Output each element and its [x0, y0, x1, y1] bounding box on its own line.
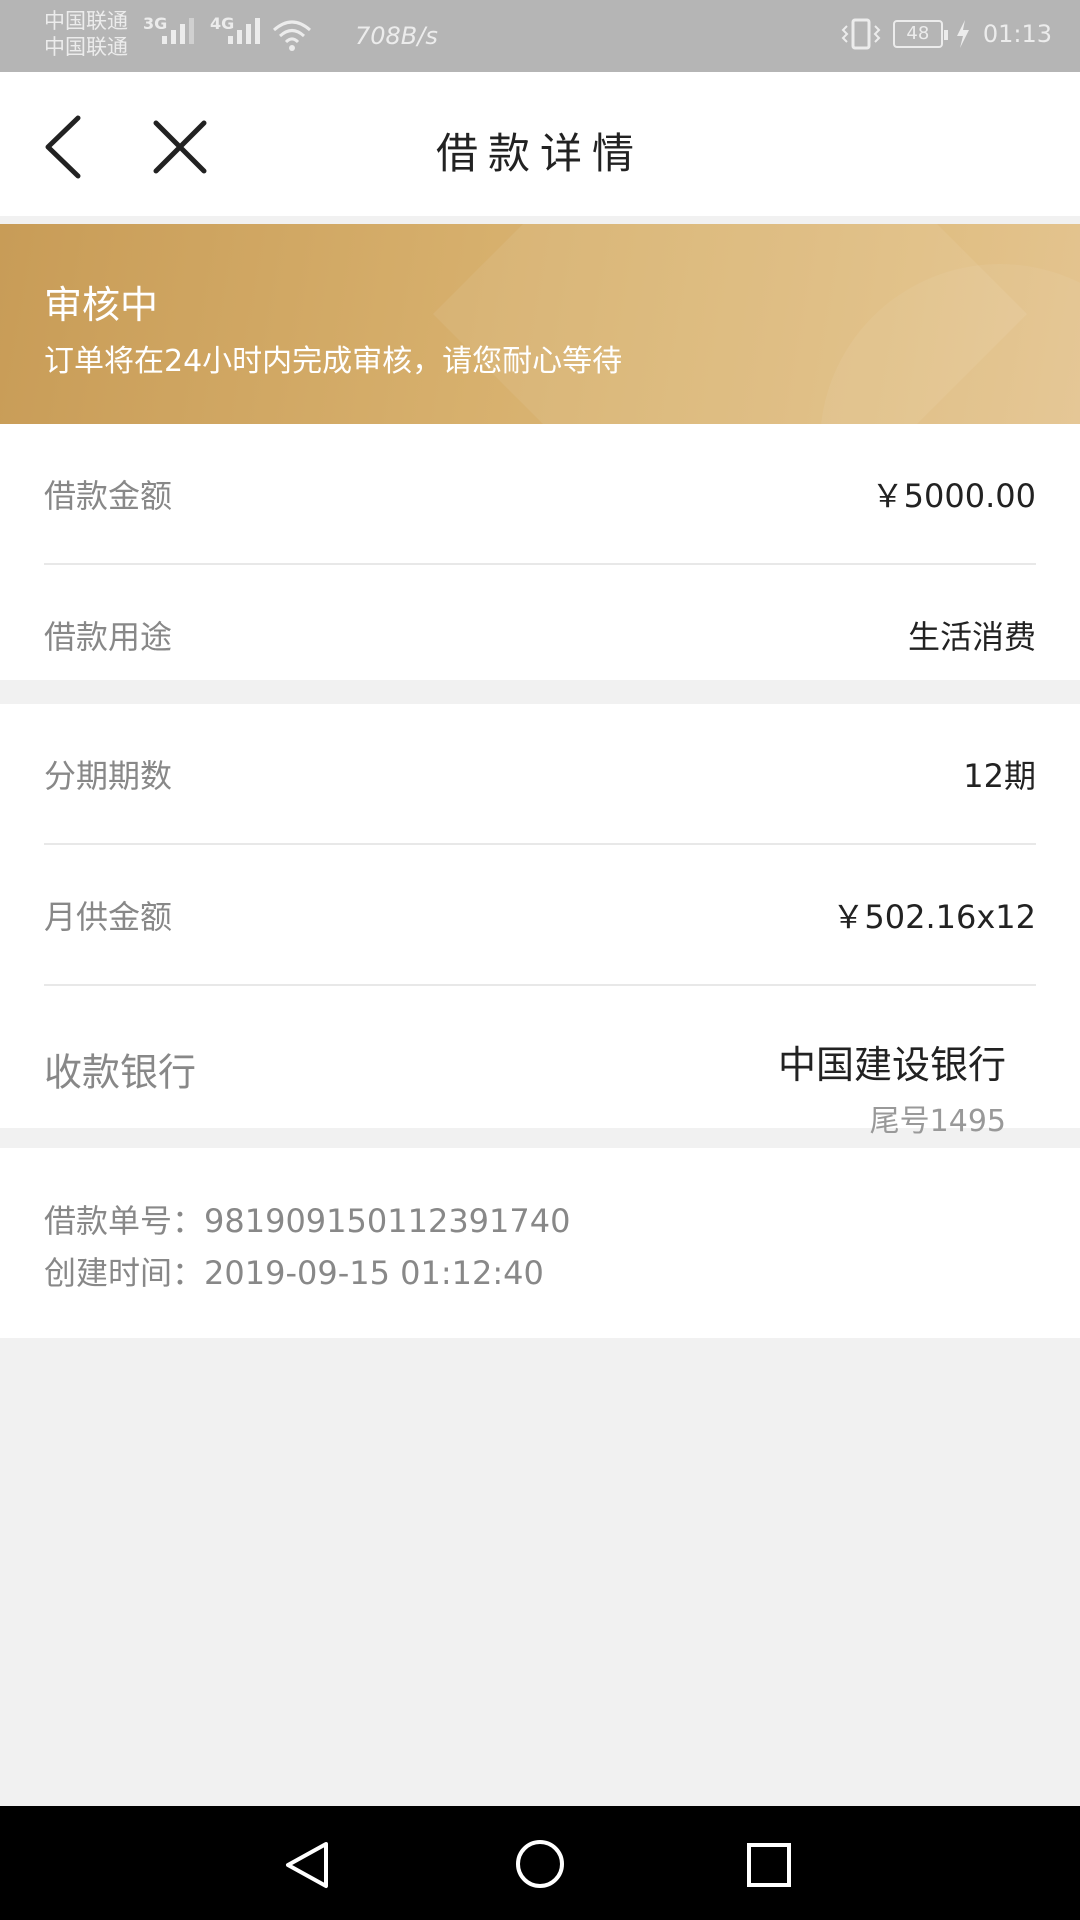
- page-title: 借款详情: [435, 129, 644, 178]
- loan-purpose-label: 借款用途: [44, 617, 173, 656]
- receiving-bank-row: 收款银行 中国建设银行 尾号1495: [44, 986, 1036, 1152]
- clock: 01:13: [982, 20, 1052, 48]
- monthly-payment-value: ￥502.16x12: [832, 897, 1036, 936]
- created-time: 创建时间：2019-09-15 01:12:40: [44, 1254, 544, 1292]
- vibrate-icon: [841, 18, 881, 50]
- status-bar: 中国联通 中国联通 3G 4G 708B/s 48 01:13: [0, 0, 1080, 72]
- repayment-section: 分期期数 12期 月供金额 ￥502.16x12 收款银行 中国建设银行 尾号1…: [0, 704, 1080, 1139]
- loan-purpose-value: 生活消费: [907, 617, 1036, 656]
- receiving-bank-label: 收款银行: [44, 1050, 197, 1095]
- nav-back-icon[interactable]: [282, 1840, 332, 1890]
- loan-info-section: 借款金额 ￥5000.00 借款用途 生活消费: [0, 424, 1080, 706]
- wifi-icon: [273, 20, 311, 51]
- system-nav-bar: [0, 1806, 1080, 1920]
- monthly-payment-row: 月供金额 ￥502.16x12: [44, 845, 1036, 986]
- installments-label: 分期期数: [44, 756, 173, 795]
- order-number: 借款单号：981909150112391740: [44, 1202, 571, 1240]
- installments-value: 12期: [963, 756, 1036, 795]
- app-header: 借款详情: [0, 72, 1080, 216]
- status-banner: 审核中 订单将在24小时内完成审核，请您耐心等待: [0, 224, 1080, 424]
- nav-home-icon[interactable]: [514, 1838, 566, 1890]
- network-speed: 708B/s: [355, 22, 438, 50]
- carrier-1: 中国联通: [44, 9, 128, 33]
- monthly-payment-label: 月供金额: [44, 897, 173, 936]
- loan-amount-row: 借款金额 ￥5000.00: [44, 424, 1036, 565]
- carrier-labels: 中国联通 中国联通: [44, 8, 128, 60]
- charging-icon: [956, 20, 969, 48]
- loan-amount-value: ￥5000.00: [871, 476, 1036, 515]
- bank-card-tail: 尾号1495: [869, 1104, 1006, 1139]
- carrier-2: 中国联通: [44, 35, 128, 59]
- bank-name: 中国建设银行: [777, 1043, 1006, 1087]
- order-meta-section: 借款单号：981909150112391740 创建时间：2019-09-15 …: [0, 1148, 1080, 1338]
- loan-purpose-row: 借款用途 生活消费: [44, 565, 1036, 706]
- battery-icon: 48: [892, 20, 948, 48]
- signal-bars-2-icon: [228, 18, 260, 44]
- status-description: 订单将在24小时内完成审核，请您耐心等待: [44, 344, 623, 379]
- status-title: 审核中: [44, 283, 159, 327]
- status-right: 48 01:13: [841, 18, 1052, 50]
- loan-amount-label: 借款金额: [44, 476, 173, 515]
- signal-bars-1-icon: [162, 18, 194, 44]
- installments-row: 分期期数 12期: [44, 704, 1036, 845]
- nav-recents-icon[interactable]: [746, 1842, 792, 1888]
